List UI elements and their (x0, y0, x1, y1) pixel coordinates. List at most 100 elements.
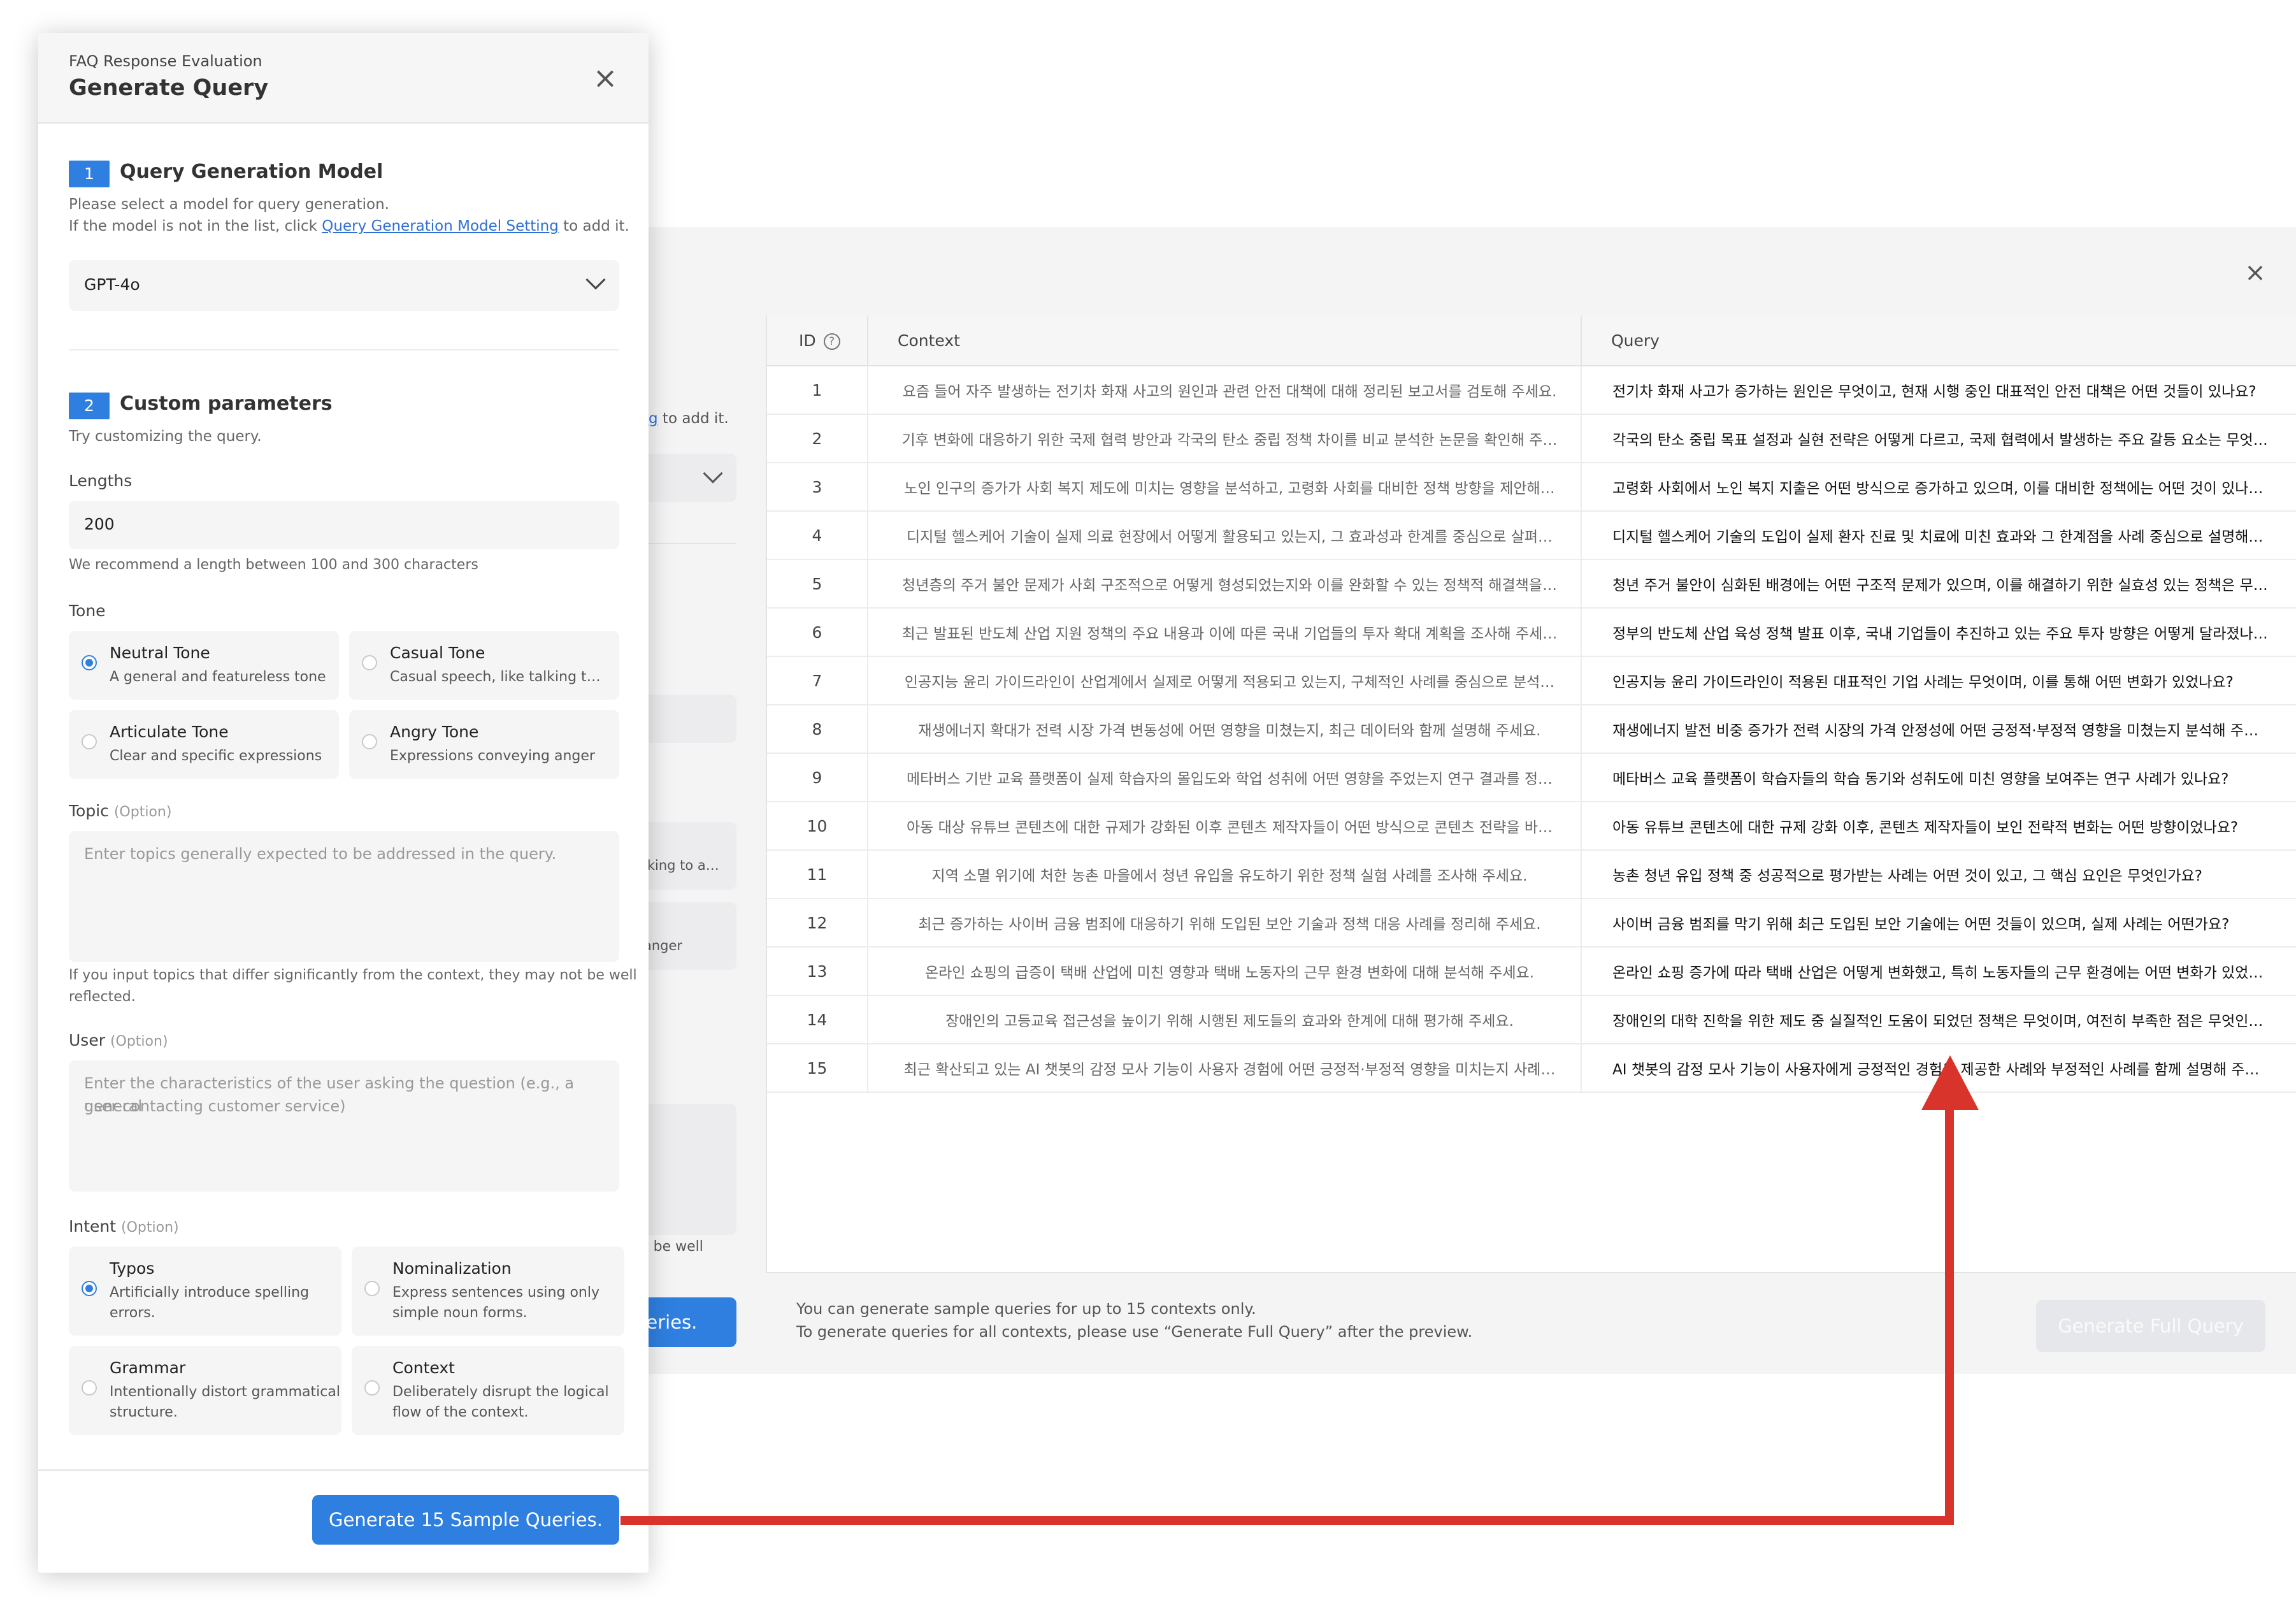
tone-label: Tone (69, 602, 106, 620)
dialog-title: Generate Query (69, 75, 269, 101)
column-header-id: ID? (767, 316, 868, 366)
option-description: Artificially introduce spelling (110, 1285, 310, 1301)
option-tag: (Option) (110, 1034, 168, 1050)
option-title: Context (392, 1359, 455, 1377)
help-icon[interactable]: ? (823, 333, 840, 350)
table-row[interactable]: 2 기후 변화에 대응하기 위한 국제 협력 방안과 각국의 탄소 중립 정책 차… (767, 414, 2296, 463)
table-row[interactable]: 12 최근 증가하는 사이버 금융 범죄에 대응하기 위해 도입된 보안 기술과 … (767, 898, 2296, 948)
step-1-title: Query Generation Model (120, 161, 384, 183)
label-text: Topic (69, 802, 109, 820)
option-description: Deliberately disrupt the logical (392, 1384, 609, 1400)
row-context: 청년층의 주거 불안 문제가 사회 구조적으로 어떻게 형성되었는지와 이를 완… (868, 559, 1582, 609)
step-1-hint-link-line: If the model is not in the list, click Q… (69, 218, 629, 234)
table-row[interactable]: 10 아동 대상 유튜브 콘텐츠에 대한 규제가 강화된 이후 콘텐츠 제작자들이… (767, 802, 2296, 851)
row-context: 재생에너지 확대가 전력 시장 가격 변동성에 어떤 영향을 미쳤는지, 최근 … (868, 705, 1582, 754)
background-divider (643, 543, 736, 544)
radio-button[interactable] (82, 655, 97, 670)
lengths-hint: We recommend a length between 100 and 30… (69, 557, 478, 573)
option-title: Casual Tone (390, 644, 485, 662)
row-query: 각국의 탄소 중립 목표 설정과 실현 전략은 어떻게 다르고, 국제 협력에서… (1581, 414, 2296, 463)
background-option-peek-text: anger (643, 938, 683, 953)
row-id: 7 (767, 656, 868, 705)
model-select[interactable]: GPT-4o (69, 260, 619, 311)
radio-button[interactable] (362, 734, 377, 749)
table-row[interactable]: 6 최근 발표된 반도체 산업 지원 정책의 주요 내용과 이에 따른 국내 기업… (767, 608, 2296, 657)
option-description: A general and featureless tone (110, 669, 326, 685)
user-placeholder: user contacting customer service) (84, 1097, 346, 1115)
table-row[interactable]: 9 메타버스 기반 교육 플랫폼이 실제 학습자의 몰입도와 학업 성취에 어떤 … (767, 753, 2296, 802)
background-option-peek-text: lking to a… (643, 858, 719, 873)
radio-button[interactable] (364, 1281, 380, 1296)
row-id: 8 (767, 705, 868, 754)
intent-option-nominalization[interactable]: Nominalization Express sentences using o… (352, 1246, 624, 1336)
table-row[interactable]: 14 장애인의 고등교육 접근성을 높이기 위해 시행된 제도들의 효과와 한계에… (767, 995, 2296, 1044)
background-option-peek-1[interactable]: lking to a… (635, 822, 736, 890)
generate-full-query-button[interactable]: Generate Full Query (2036, 1300, 2265, 1352)
lengths-input[interactable]: 200 (69, 501, 619, 549)
footer-note: To generate queries for all contexts, pl… (796, 1323, 1473, 1341)
table-row[interactable]: 8 재생에너지 확대가 전력 시장 가격 변동성에 어떤 영향을 미쳤는지, 최근… (767, 705, 2296, 754)
radio-button[interactable] (82, 1281, 97, 1296)
row-context: 기후 변화에 대응하기 위한 국제 협력 방안과 각국의 탄소 중립 정책 차이… (868, 414, 1582, 463)
row-id: 6 (767, 608, 868, 657)
table-row[interactable]: 4 디지털 헬스케어 기술이 실제 의료 현장에서 어떻게 활용되고 있는지, 그… (767, 511, 2296, 560)
option-description: errors. (110, 1305, 155, 1321)
row-id: 5 (767, 559, 868, 609)
option-title: Grammar (110, 1359, 186, 1377)
radio-button[interactable] (82, 734, 97, 749)
close-icon[interactable]: × (589, 61, 622, 94)
step-2-badge: 2 (69, 393, 110, 419)
option-description: flow of the context. (392, 1404, 529, 1420)
tone-option-neutral[interactable]: Neutral Tone A general and featureless t… (69, 631, 339, 700)
query-preview-table: ID? Context Query 1 요즘 들어 자주 발생하는 전기차 화재 … (767, 316, 2296, 1093)
table-row[interactable]: 13 온라인 쇼핑의 급증이 택배 산업에 미친 영향과 택배 노동자의 근무 환… (767, 947, 2296, 996)
row-id: 14 (767, 995, 868, 1044)
radio-button[interactable] (362, 655, 377, 670)
row-id: 10 (767, 802, 868, 851)
user-textarea[interactable]: Enter the characteristics of the user as… (69, 1060, 619, 1192)
table-row[interactable]: 11 지역 소멸 위기에 처한 농촌 마을에서 청년 유입을 유도하기 위한 정책… (767, 850, 2296, 899)
tone-option-casual[interactable]: Casual Tone Casual speech, like talking … (349, 631, 619, 700)
dialog-subtitle: FAQ Response Evaluation (69, 52, 262, 70)
background-input-peek[interactable] (635, 695, 736, 743)
row-query: 인공지능 윤리 가이드라인이 적용된 대표적인 기업 사례는 무엇이며, 이를 … (1581, 656, 2296, 705)
dialog-header: FAQ Response Evaluation Generate Query × (38, 33, 649, 124)
option-title: Nominalization (392, 1259, 512, 1278)
tone-option-articulate[interactable]: Articulate Tone Clear and specific expre… (69, 710, 339, 779)
radio-button[interactable] (364, 1380, 380, 1396)
table-row[interactable]: 5 청년층의 주거 불안 문제가 사회 구조적으로 어떻게 형성되었는지와 이를 … (767, 559, 2296, 609)
generate-sample-queries-button[interactable]: Generate 15 Sample Queries. (312, 1495, 619, 1545)
table-row[interactable]: 1 요즘 들어 자주 발생하는 전기차 화재 사고의 원인과 관련 안전 대책에 … (767, 366, 2296, 415)
row-id: 11 (767, 850, 868, 899)
lengths-input-value: 200 (84, 515, 115, 533)
intent-option-grammar[interactable]: Grammar Intentionally distort grammatica… (69, 1346, 341, 1435)
option-description: Intentionally distort grammatical (110, 1384, 340, 1400)
row-context: 지역 소멸 위기에 처한 농촌 마을에서 청년 유입을 유도하기 위한 정책 실… (868, 850, 1582, 899)
topic-textarea[interactable]: Enter topics generally expected to be ad… (69, 831, 619, 962)
table-row[interactable]: 15 최근 확산되고 있는 AI 챗봇의 감정 모사 기능이 사용자 경험에 어떤… (767, 1044, 2296, 1093)
row-context: 최근 발표된 반도체 산업 지원 정책의 주요 내용과 이에 따른 국내 기업들… (868, 608, 1582, 657)
intent-option-typos[interactable]: Typos Artificially introduce spelling er… (69, 1246, 341, 1336)
row-id: 9 (767, 753, 868, 802)
tone-option-angry[interactable]: Angry Tone Expressions conveying anger (349, 710, 619, 779)
row-id: 12 (767, 898, 868, 948)
background-option-peek-2[interactable]: anger (635, 902, 736, 970)
model-setting-link[interactable]: Query Generation Model Setting (322, 218, 559, 234)
radio-button[interactable] (82, 1380, 97, 1396)
row-query: 청년 주거 불안이 심화된 배경에는 어떤 구조적 문제가 있으며, 이를 해결… (1581, 559, 2296, 609)
background-close-icon[interactable]: × (2242, 260, 2268, 285)
option-title: Articulate Tone (110, 723, 229, 741)
dialog-footer: Generate 15 Sample Queries. (38, 1469, 649, 1573)
footer-note: You can generate sample queries for up t… (796, 1300, 1256, 1318)
option-tag: (Option) (121, 1220, 179, 1236)
label-text: User (69, 1031, 105, 1050)
model-select-value: GPT-4o (84, 275, 140, 294)
background-textarea-peek[interactable] (635, 1104, 736, 1235)
row-id: 13 (767, 947, 868, 996)
background-select-peek[interactable] (635, 454, 736, 502)
table-row[interactable]: 7 인공지능 윤리 가이드라인이 산업계에서 실제로 어떻게 적용되고 있는지, … (767, 656, 2296, 705)
topic-hint: reflected. (69, 989, 136, 1005)
intent-option-context[interactable]: Context Deliberately disrupt the logical… (352, 1346, 624, 1435)
table-row[interactable]: 3 노인 인구의 증가가 사회 복지 제도에 미치는 영향을 분석하고, 고령화 … (767, 463, 2296, 512)
row-context: 노인 인구의 증가가 사회 복지 제도에 미치는 영향을 분석하고, 고령화 사… (868, 463, 1582, 512)
